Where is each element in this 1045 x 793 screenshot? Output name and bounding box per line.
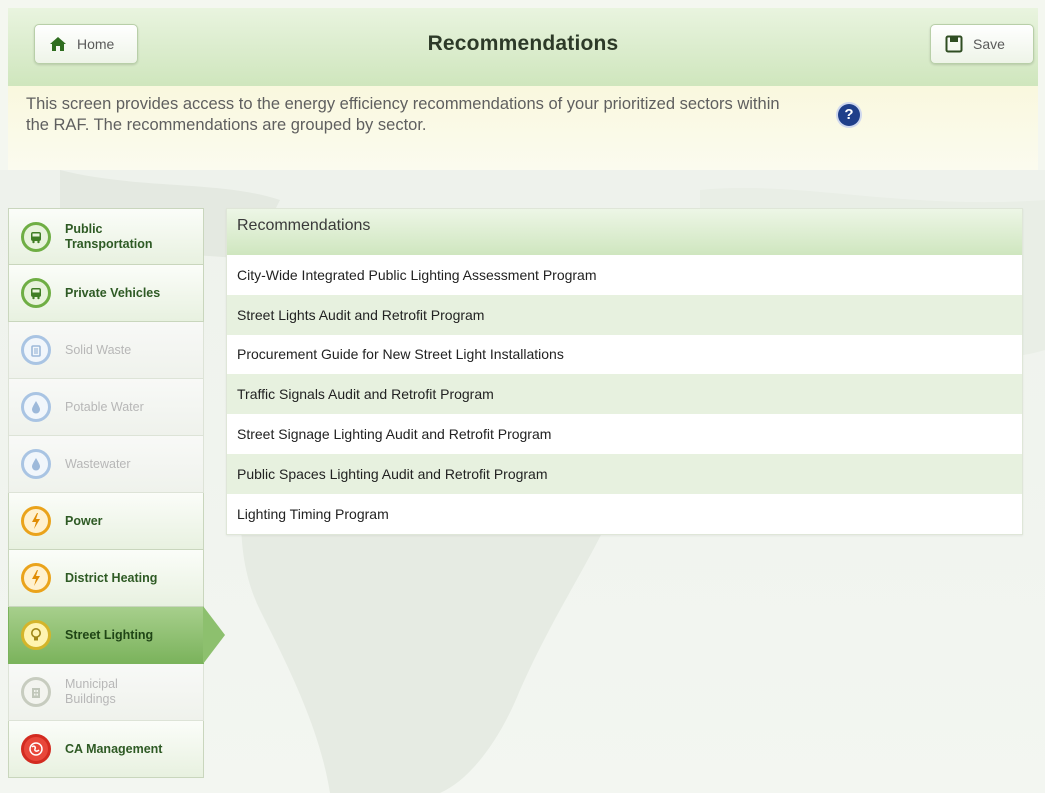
building-icon: [21, 677, 51, 707]
save-button[interactable]: Save: [930, 24, 1034, 64]
recommendations-list: Recommendations City-Wide Integrated Pub…: [226, 208, 1023, 535]
list-item[interactable]: Procurement Guide for New Street Light I…: [227, 334, 1022, 375]
list-item[interactable]: Lighting Timing Program: [227, 493, 1022, 534]
sector-sidebar: Public Transportation Private Vehicles S…: [8, 208, 225, 778]
recommendations-header: Recommendations: [227, 209, 1022, 255]
list-item[interactable]: Traffic Signals Audit and Retrofit Progr…: [227, 374, 1022, 415]
sidebar-item-label: District Heating: [65, 570, 158, 585]
sidebar-item-potable-water: Potable Water: [8, 379, 204, 436]
sidebar-item-solid-waste: Solid Waste: [8, 322, 204, 379]
help-icon[interactable]: ?: [838, 104, 860, 126]
bus-icon: [21, 221, 51, 252]
sidebar-item-private-vehicles[interactable]: Private Vehicles: [8, 265, 204, 322]
sidebar-item-label: Municipal Buildings: [65, 677, 118, 706]
light-bulb-icon: [21, 620, 51, 650]
sidebar-item-wastewater: Wastewater: [8, 436, 204, 493]
sidebar-item-label: Street Lighting: [65, 627, 154, 642]
save-disk-icon: [945, 35, 963, 53]
sidebar-item-street-lighting[interactable]: Street Lighting: [8, 606, 225, 664]
globe-icon: [21, 734, 51, 764]
list-item[interactable]: Street Signage Lighting Audit and Retrof…: [227, 414, 1022, 454]
info-description: This screen provides access to the energ…: [26, 95, 780, 134]
lightning-bolt-icon: [21, 563, 51, 593]
sidebar-item-label: CA Management: [65, 741, 163, 756]
lightning-bolt-icon: [21, 506, 51, 536]
sidebar-item-label: Potable Water: [65, 399, 144, 414]
water-drop-icon: [21, 392, 51, 422]
header-bar: Home Recommendations Save: [8, 8, 1038, 87]
info-banner: This screen provides access to the energ…: [8, 86, 1038, 170]
sidebar-item-power[interactable]: Power: [8, 493, 204, 550]
sidebar-item-municipal-buildings: Municipal Buildings: [8, 664, 204, 721]
list-item[interactable]: Public Spaces Lighting Audit and Retrofi…: [227, 453, 1022, 494]
water-drop-icon: [21, 449, 51, 479]
sidebar-item-ca-management[interactable]: CA Management: [8, 721, 204, 778]
sidebar-item-label: Wastewater: [65, 456, 131, 471]
car-icon: [21, 278, 51, 308]
list-item[interactable]: Street Lights Audit and Retrofit Program: [227, 294, 1022, 335]
page-title: Recommendations: [427, 32, 619, 55]
list-item[interactable]: City-Wide Integrated Public Lighting Ass…: [227, 255, 1022, 295]
sidebar-item-label: Power: [65, 513, 103, 528]
sidebar-item-label: Solid Waste: [65, 342, 132, 357]
sidebar-item-district-heating[interactable]: District Heating: [8, 550, 204, 607]
sidebar-item-public-transportation[interactable]: Public Transportation: [8, 208, 204, 265]
save-button-label: Save: [973, 36, 1005, 52]
trash-bin-icon: [21, 335, 51, 365]
sidebar-item-label: Public Transportation: [65, 221, 153, 251]
sidebar-item-label: Private Vehicles: [65, 285, 161, 300]
